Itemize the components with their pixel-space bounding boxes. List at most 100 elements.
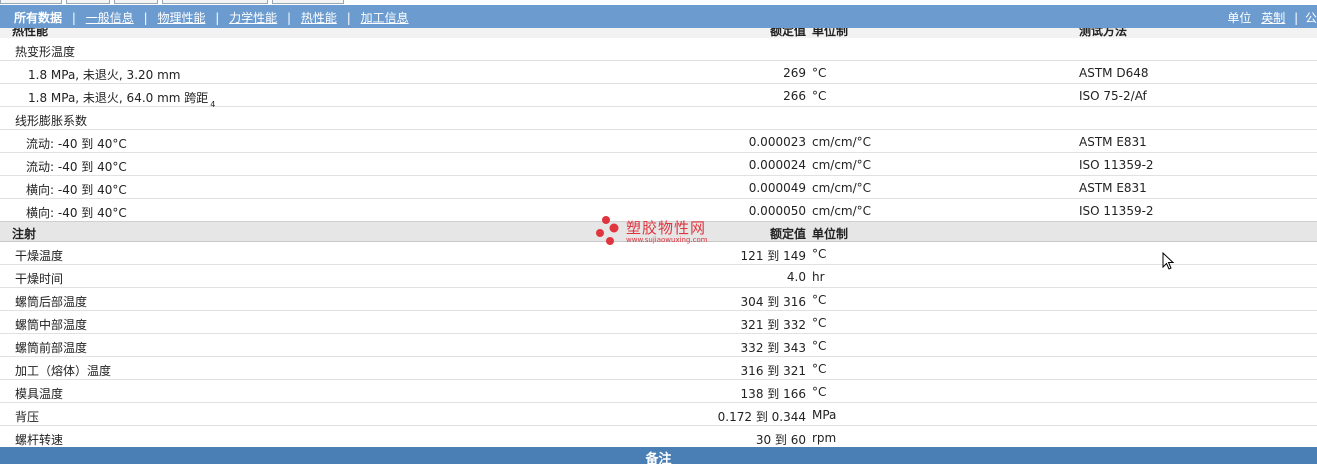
table-row: 干燥时间 4.0 hr <box>0 265 1317 288</box>
nav-all-data[interactable]: 所有数据 <box>14 11 62 25</box>
table-row: 螺杆转速 30 到 60 rpm <box>0 426 1317 449</box>
table-row: 横向: -40 到 40°C 0.000049 cm/cm/°C ASTM E831 <box>0 176 1317 199</box>
unit-label: 单位 <box>1227 11 1252 25</box>
property-unit: rpm <box>812 431 837 445</box>
notes-bar: 备注 <box>0 447 1317 467</box>
test-method: ISO 75-2/Af <box>1079 89 1147 103</box>
table-row: 流动: -40 到 40°C 0.000023 cm/cm/°C ASTM E831 <box>0 130 1317 153</box>
header-name: 热性能 <box>12 28 49 38</box>
nav-separator: | <box>143 11 148 25</box>
property-name: 螺筒中部温度 <box>15 318 88 332</box>
unit-option-metric[interactable]: 公 <box>1305 11 1317 25</box>
property-value: 121 到 149 <box>740 249 806 263</box>
property-unit: hr <box>812 270 825 284</box>
table-row: 螺筒前部温度 332 到 343 °C <box>0 334 1317 357</box>
property-value: 304 到 316 <box>740 295 806 309</box>
property-unit: °C <box>812 339 827 353</box>
property-unit: °C <box>812 316 827 330</box>
property-name: 干燥温度 <box>15 249 64 263</box>
notes-label: 备注 <box>645 452 672 467</box>
property-unit: °C <box>812 247 827 261</box>
property-name: 螺杆转速 <box>15 433 64 447</box>
test-method: ASTM E831 <box>1079 135 1147 149</box>
property-unit: cm/cm/°C <box>812 135 872 149</box>
mouse-cursor-icon <box>1162 252 1175 270</box>
property-value: 4.0 <box>786 270 806 284</box>
test-method: ASTM E831 <box>1079 181 1147 195</box>
watermark-logo: 塑胶物性网 www.sujiaowuxing.com <box>594 214 734 250</box>
property-value: 0.000024 <box>748 158 806 172</box>
header-value: 额定值 <box>769 28 806 38</box>
watermark-title: 塑胶物性网 <box>626 219 707 237</box>
property-value: 0.172 到 0.344 <box>717 410 806 424</box>
nav-link-physical[interactable]: 物理性能 <box>157 11 205 25</box>
property-unit: cm/cm/°C <box>812 181 872 195</box>
property-unit: cm/cm/°C <box>812 204 872 218</box>
test-method: ASTM D648 <box>1079 66 1149 80</box>
property-name: 热变形温度 <box>15 45 76 59</box>
section-nav-bar: 所有数据 | 一般信息 | 物理性能 | 力学性能 | 热性能 | 加工信息 单… <box>0 5 1317 28</box>
property-unit: °C <box>812 66 827 80</box>
test-method: ISO 11359-2 <box>1079 204 1154 218</box>
table-row: 加工（熔体）温度 316 到 321 °C <box>0 357 1317 380</box>
header-method: 测试方法 <box>1079 28 1128 38</box>
property-name: 加工（熔体）温度 <box>15 364 112 378</box>
injection-header-name: 注射 <box>12 227 37 241</box>
table-row: 1.8 MPa, 未退火, 3.20 mm 269 °C ASTM D648 <box>0 61 1317 84</box>
nav-separator: | <box>1294 11 1299 25</box>
property-unit: cm/cm/°C <box>812 158 872 172</box>
table-row: 螺筒后部温度 304 到 316 °C <box>0 288 1317 311</box>
property-unit: °C <box>812 89 827 103</box>
property-value: 138 到 166 <box>740 387 806 401</box>
table-row: 螺筒中部温度 321 到 332 °C <box>0 311 1317 334</box>
table-row: 背压 0.172 到 0.344 MPa <box>0 403 1317 426</box>
section-links: 所有数据 | 一般信息 | 物理性能 | 力学性能 | 热性能 | 加工信息 <box>14 9 409 26</box>
tab-stub-4[interactable] <box>162 0 268 4</box>
property-name: 流动: -40 到 40°C <box>26 160 127 174</box>
property-name: 1.8 MPa, 未退火, 3.20 mm <box>28 68 181 82</box>
tab-stub-1[interactable] <box>0 0 62 4</box>
property-value: 269 <box>783 66 806 80</box>
unit-switcher: 单位 英制 | 公 <box>1227 9 1317 26</box>
nav-link-processing[interactable]: 加工信息 <box>361 11 409 25</box>
property-name: 流动: -40 到 40°C <box>26 137 127 151</box>
nav-link-thermal[interactable]: 热性能 <box>301 11 337 25</box>
nav-separator: | <box>346 11 351 25</box>
property-unit: °C <box>812 385 827 399</box>
thermal-section-header: 热性能 额定值 单位制 测试方法 <box>0 28 1317 38</box>
watermark-url: www.sujiaowuxing.com <box>626 236 708 244</box>
property-name: 1.8 MPa, 未退火, 64.0 mm 跨距 4 <box>28 91 216 109</box>
property-name: 背压 <box>15 410 40 424</box>
test-method: ISO 11359-2 <box>1079 158 1154 172</box>
tab-stub-3[interactable] <box>114 0 158 4</box>
watermark-dots-icon <box>596 216 619 245</box>
property-unit: °C <box>812 293 827 307</box>
nav-separator: | <box>71 11 76 25</box>
table-row: 流动: -40 到 40°C 0.000024 cm/cm/°C ISO 11359-… <box>0 153 1317 176</box>
tab-stub-5[interactable] <box>272 0 344 4</box>
property-value: 0.000023 <box>748 135 806 149</box>
property-value: 316 到 321 <box>740 364 806 378</box>
nav-link-mechanical[interactable]: 力学性能 <box>229 11 277 25</box>
property-name: 螺筒后部温度 <box>15 295 88 309</box>
tab-stub-2[interactable] <box>66 0 110 4</box>
table-row: 模具温度 138 到 166 °C <box>0 380 1317 403</box>
property-value: 266 <box>783 89 806 103</box>
table-row: 线形膨胀系数 <box>0 107 1317 130</box>
property-value: 30 到 60 <box>755 433 806 447</box>
nav-link-general[interactable]: 一般信息 <box>86 11 134 25</box>
property-name: 横向: -40 到 40°C <box>26 206 127 220</box>
property-unit: °C <box>812 362 827 376</box>
property-name: 干燥时间 <box>15 272 64 286</box>
property-value: 321 到 332 <box>740 318 806 332</box>
property-value: 0.000049 <box>748 181 806 195</box>
injection-header-unit: 单位制 <box>812 227 849 241</box>
property-name: 线形膨胀系数 <box>15 114 88 128</box>
property-unit: MPa <box>812 408 837 422</box>
property-name: 模具温度 <box>15 387 64 401</box>
table-row: 1.8 MPa, 未退火, 64.0 mm 跨距 4 266 °C ISO 75-2/A… <box>0 84 1317 109</box>
header-unit: 单位制 <box>812 28 849 38</box>
property-name: 横向: -40 到 40°C <box>26 183 127 197</box>
unit-option-imperial[interactable]: 英制 <box>1261 11 1285 25</box>
nav-separator: | <box>287 11 292 25</box>
